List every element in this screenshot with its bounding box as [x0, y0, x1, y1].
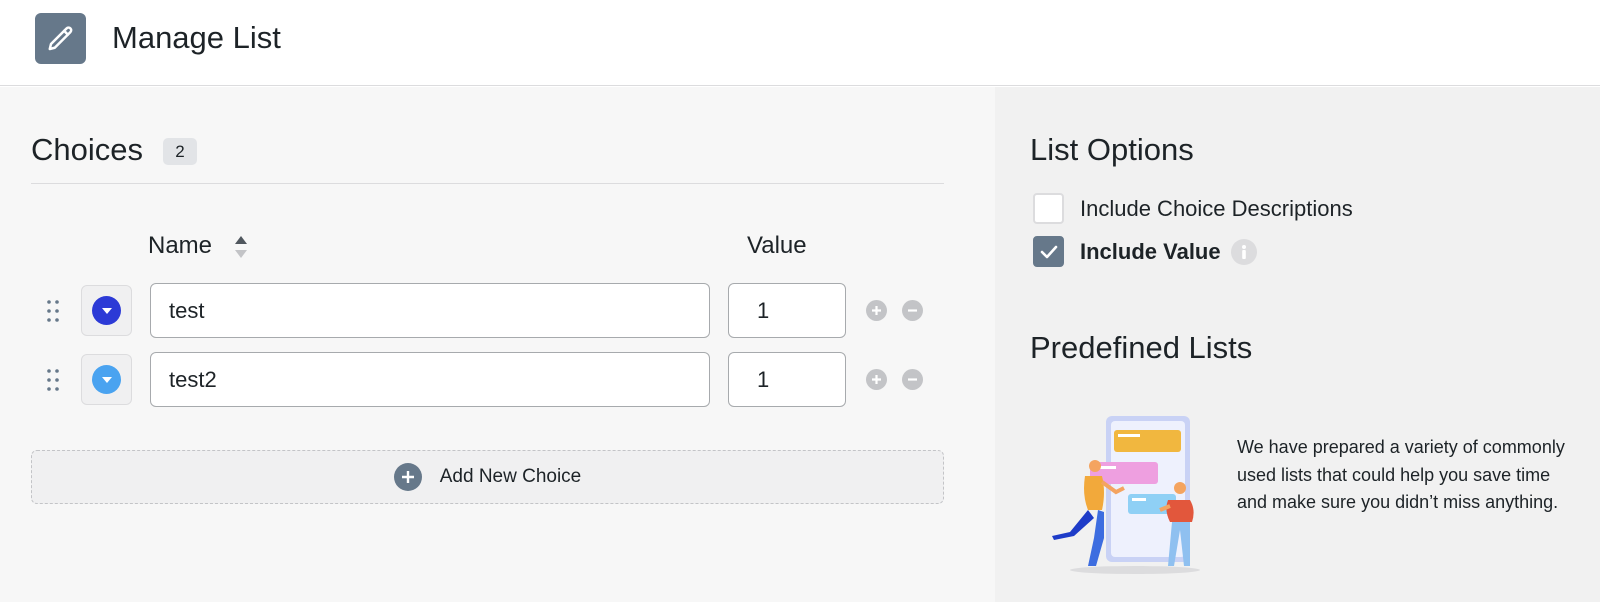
page-header: Manage List — [0, 0, 1600, 86]
column-header-value: Value — [747, 232, 807, 259]
pencil-icon — [35, 13, 86, 64]
add-row-icon[interactable] — [866, 300, 887, 321]
predefined-lists-description: We have prepared a variety of commonly u… — [1237, 437, 1565, 512]
choices-count-badge: 2 — [163, 138, 197, 165]
checkbox[interactable] — [1033, 193, 1064, 224]
chevron-down-icon — [92, 296, 121, 325]
choices-panel: Choices 2 Name Value test 1 test2 1 Add … — [0, 87, 995, 602]
column-header-name[interactable]: Name — [148, 232, 212, 260]
choice-value-input[interactable] — [728, 283, 846, 338]
plus-icon — [393, 463, 422, 491]
remove-row-icon[interactable] — [902, 369, 923, 390]
page-title: Manage List — [112, 20, 281, 55]
choice-row — [0, 283, 995, 339]
option-include-descriptions[interactable]: Include Choice Descriptions — [1033, 193, 1353, 224]
color-picker-button[interactable] — [81, 285, 132, 336]
color-picker-button[interactable] — [81, 354, 132, 405]
drag-handle-icon[interactable] — [45, 367, 61, 393]
predefined-lists-title: Predefined Lists — [1030, 330, 1253, 365]
choice-name-input[interactable] — [150, 283, 710, 338]
checkmark-icon — [1040, 245, 1057, 258]
add-new-choice-label: Add New Choice — [439, 466, 582, 487]
predefined-lists-illustration[interactable] — [1040, 410, 1220, 580]
remove-row-icon[interactable] — [902, 300, 923, 321]
option-label: Include Choice Descriptions — [1080, 195, 1353, 221]
drag-handle-icon[interactable] — [45, 298, 61, 324]
choice-row — [0, 352, 995, 408]
checkbox-checked[interactable] — [1033, 236, 1064, 267]
add-new-choice-button[interactable]: Add New Choice — [31, 450, 944, 504]
info-icon[interactable] — [1230, 238, 1257, 265]
choice-name-input[interactable] — [150, 352, 710, 407]
choices-title: Choices — [31, 132, 143, 167]
list-options-title: List Options — [1030, 132, 1194, 167]
chevron-down-icon — [92, 365, 121, 394]
option-include-value[interactable]: Include Value — [1033, 236, 1257, 267]
add-row-icon[interactable] — [866, 369, 887, 390]
sort-icon[interactable] — [233, 234, 249, 260]
option-label: Include Value — [1080, 238, 1221, 264]
choice-value-input[interactable] — [728, 352, 846, 407]
section-divider — [31, 183, 944, 184]
